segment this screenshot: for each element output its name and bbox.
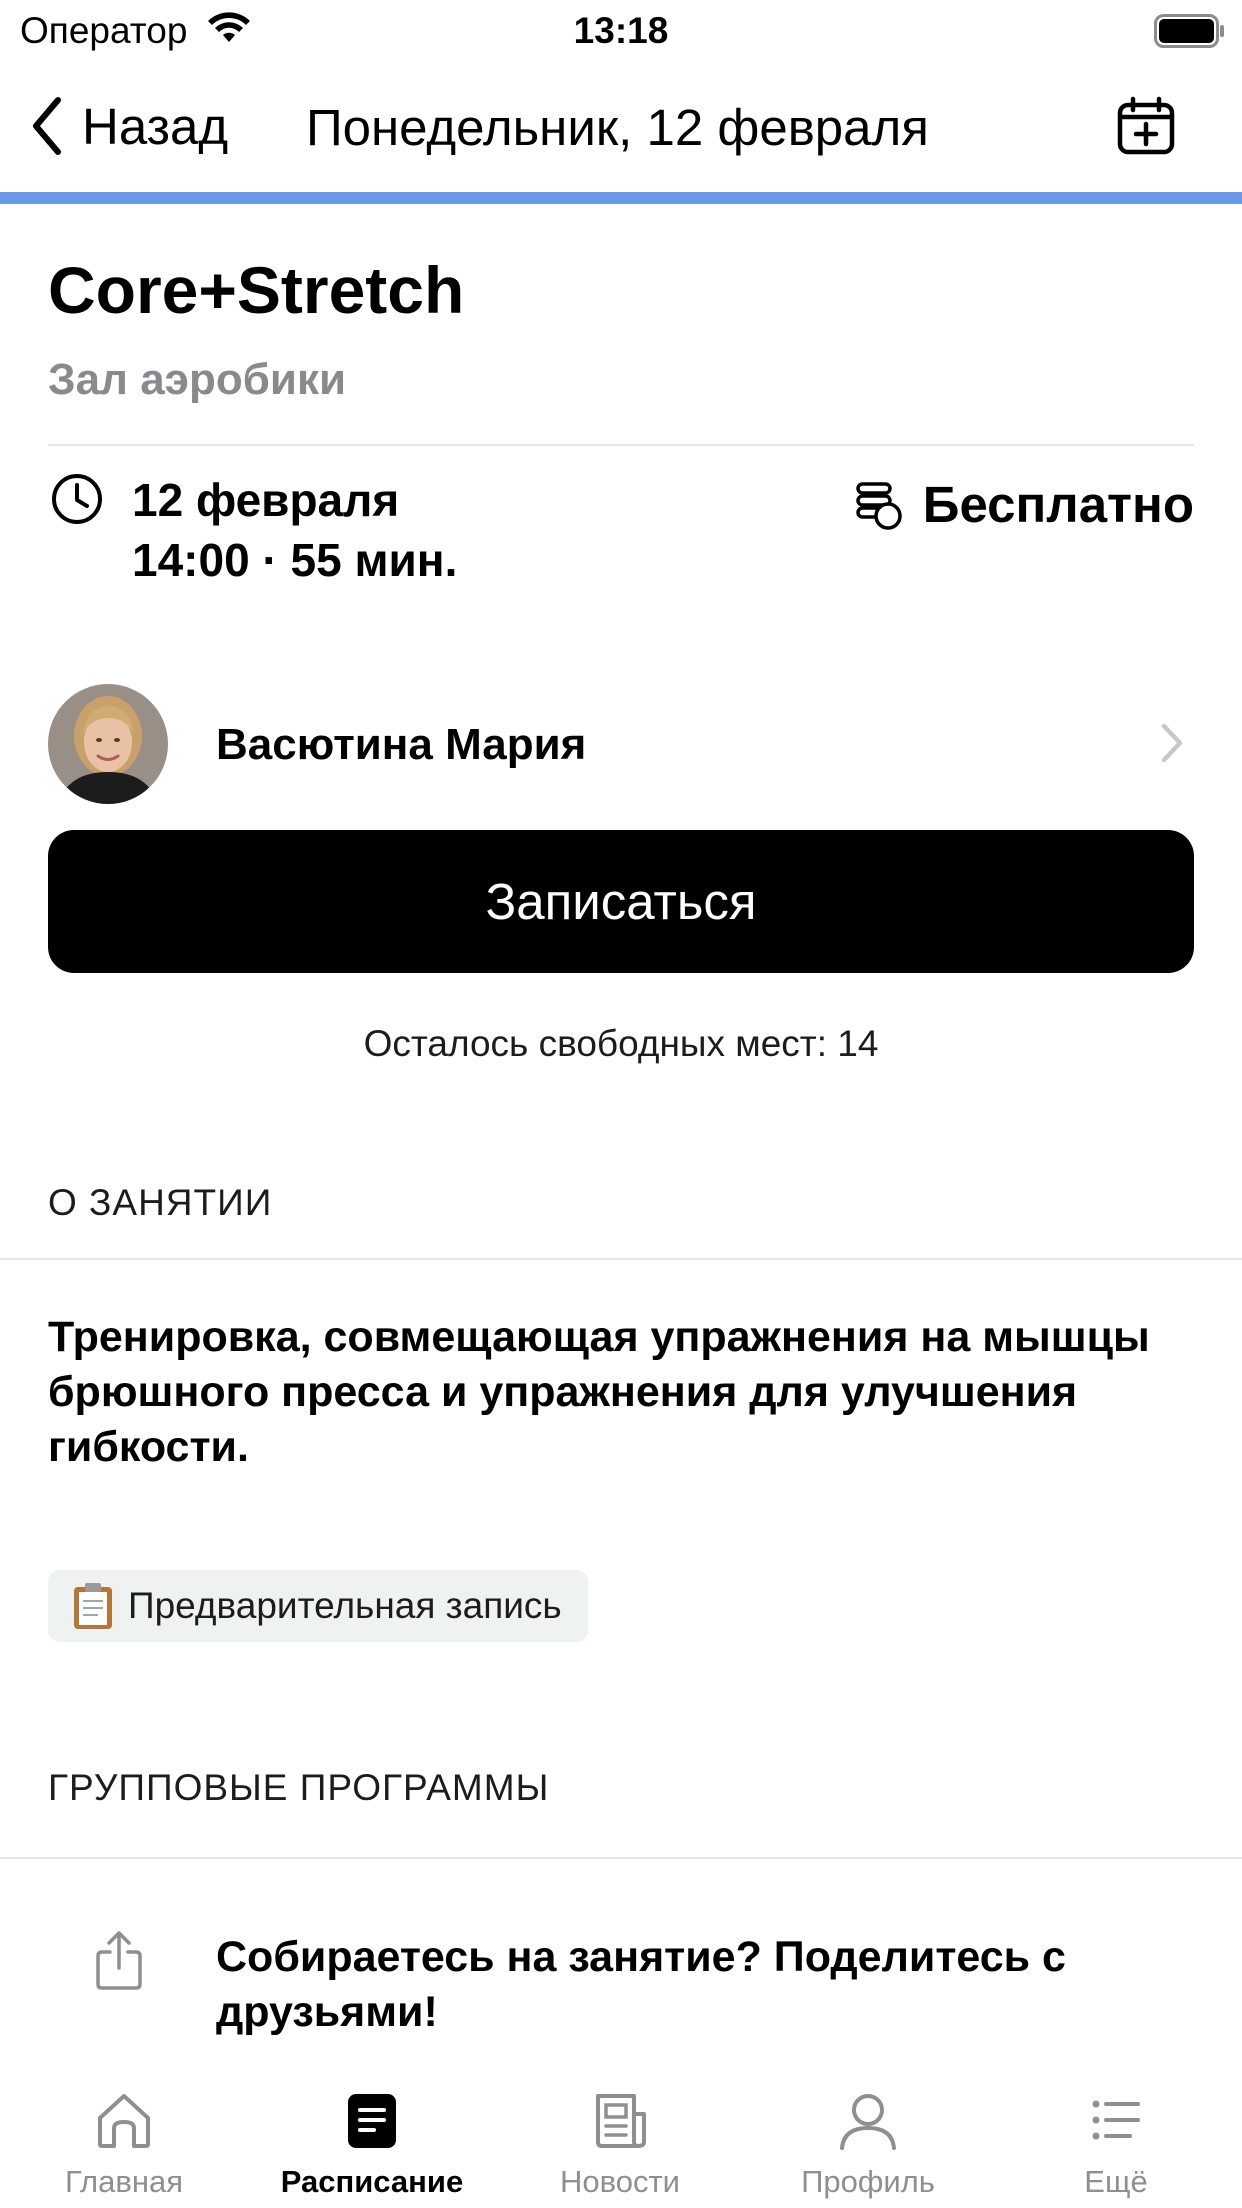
divider <box>0 1258 1242 1260</box>
divider <box>0 1857 1242 1859</box>
trainer-avatar <box>48 684 168 804</box>
booking-tag-label: Предварительная запись <box>128 1585 562 1626</box>
tab-more[interactable]: Ещё <box>992 2066 1240 2208</box>
back-label: Назад <box>82 97 229 155</box>
section-title-programs: ГРУППОВЫЕ ПРОГРАММЫ <box>48 1767 550 1808</box>
class-description: Тренировка, совмещающая упражнения на мы… <box>48 1313 1150 1471</box>
chevron-left-icon <box>33 97 61 155</box>
trainer-row[interactable]: Васютина Мария <box>48 682 1194 806</box>
tab-profile[interactable]: Профиль <box>744 2066 992 2208</box>
tab-home-label: Главная <box>65 2164 183 2199</box>
share-icon[interactable] <box>94 1930 144 1992</box>
class-title: Core+Stretch <box>48 253 465 327</box>
tab-news[interactable]: Новости <box>496 2066 744 2208</box>
nav-title: Понедельник, 12 февраля <box>306 99 929 156</box>
profile-icon <box>840 2094 896 2150</box>
section-title-about: О ЗАНЯТИИ <box>48 1182 273 1223</box>
more-list-icon <box>1092 2100 1140 2140</box>
divider <box>48 444 1194 446</box>
class-room: Зал аэробики <box>48 355 347 404</box>
booking-tag: Предварительная запись <box>48 1570 588 1642</box>
tab-profile-label: Профиль <box>801 2164 935 2199</box>
clipboard-icon <box>74 1583 112 1629</box>
class-date: 12 февраля <box>132 474 400 526</box>
signup-button[interactable]: Записаться <box>48 830 1194 973</box>
trainer-name: Васютина Мария <box>216 720 587 769</box>
status-time: 13:18 <box>573 10 669 51</box>
battery-icon <box>1154 14 1224 48</box>
accent-bar <box>0 192 1242 204</box>
back-button[interactable]: Назад <box>30 96 228 156</box>
coins-icon <box>856 482 902 530</box>
class-time-duration: 14:00 · 55 мин. <box>132 534 458 586</box>
tab-schedule[interactable]: Расписание <box>248 2066 496 2208</box>
tab-schedule-label: Расписание <box>280 2164 464 2199</box>
chevron-right-icon <box>1161 723 1183 763</box>
schedule-icon <box>348 2094 396 2148</box>
tab-more-label: Ещё <box>1084 2164 1148 2199</box>
class-price: Бесплатно <box>922 476 1194 533</box>
tab-news-label: Новости <box>559 2164 680 2199</box>
seats-left: Осталось свободных мест: 14 <box>363 1023 879 1064</box>
home-icon <box>98 2094 150 2148</box>
tab-home[interactable]: Главная <box>0 2066 248 2208</box>
news-icon <box>596 2094 646 2148</box>
calendar-plus-icon[interactable] <box>1116 96 1176 156</box>
clock-icon <box>52 474 102 524</box>
share-text: Собираетесь на занятие? Поделитесь с дру… <box>216 1933 1066 2036</box>
tab-bar: Главная Расписание Новости Профиль Ещё <box>0 2066 1242 2208</box>
